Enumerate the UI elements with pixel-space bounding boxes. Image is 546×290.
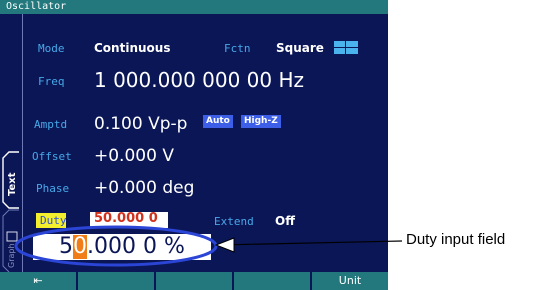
- callout-arrow-icon: [214, 237, 235, 253]
- callout-leader-line: [217, 240, 403, 246]
- duty-input-callout: Duty input field: [406, 231, 506, 248]
- callout-ellipse: [14, 225, 218, 267]
